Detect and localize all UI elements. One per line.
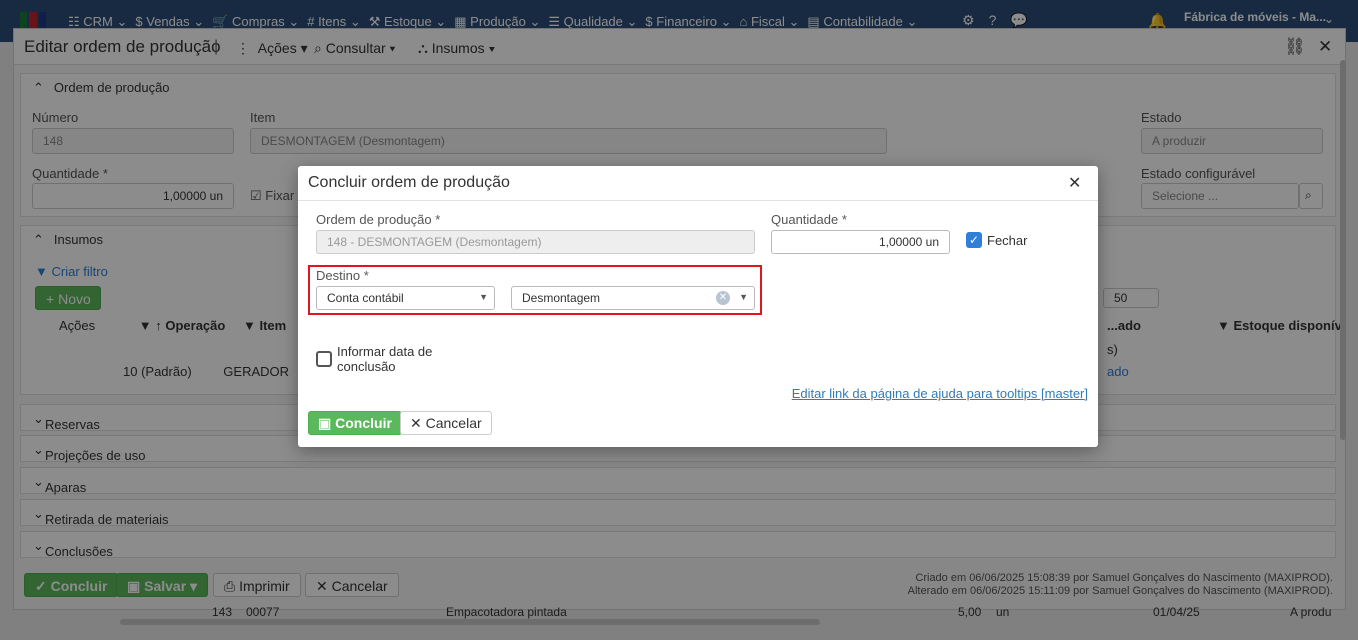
informar-data-label: Informar data de (337, 344, 433, 359)
quantidade-field[interactable]: 1,00000 un (771, 230, 950, 254)
destino-type-select[interactable]: Conta contábil ▼ (316, 286, 495, 310)
clear-icon[interactable]: ✕ (716, 291, 730, 305)
ordem-label: Ordem de produção * (316, 212, 441, 227)
destino-label: Destino * (316, 268, 369, 283)
conclude-order-dialog: Concluir ordem de produção ✕ Ordem de pr… (298, 166, 1098, 447)
dialog-header: Concluir ordem de produção ✕ (298, 166, 1098, 201)
conclude-button[interactable]: ▣ Concluir (308, 411, 402, 435)
help-tooltip-link[interactable]: Editar link da página de ajuda para tool… (792, 386, 1088, 401)
fechar-checkbox[interactable]: ✓ (966, 232, 982, 248)
informar-data-checkbox[interactable] (316, 351, 332, 367)
destino-value-select[interactable]: Desmontagem ✕ ▼ (511, 286, 755, 310)
informar-data-label-cont: conclusão (337, 359, 396, 374)
fechar-label: Fechar (987, 233, 1028, 248)
ordem-field[interactable]: 148 - DESMONTAGEM (Desmontagem) (316, 230, 755, 254)
dropdown-caret-icon: ▼ (739, 292, 748, 302)
close-icon[interactable]: ✕ (1068, 173, 1081, 193)
cancel-button[interactable]: ✕ Cancelar (400, 411, 492, 435)
dropdown-caret-icon: ▼ (479, 292, 488, 302)
dialog-title: Concluir ordem de produção (308, 174, 510, 191)
quantidade-label: Quantidade * (771, 212, 847, 227)
